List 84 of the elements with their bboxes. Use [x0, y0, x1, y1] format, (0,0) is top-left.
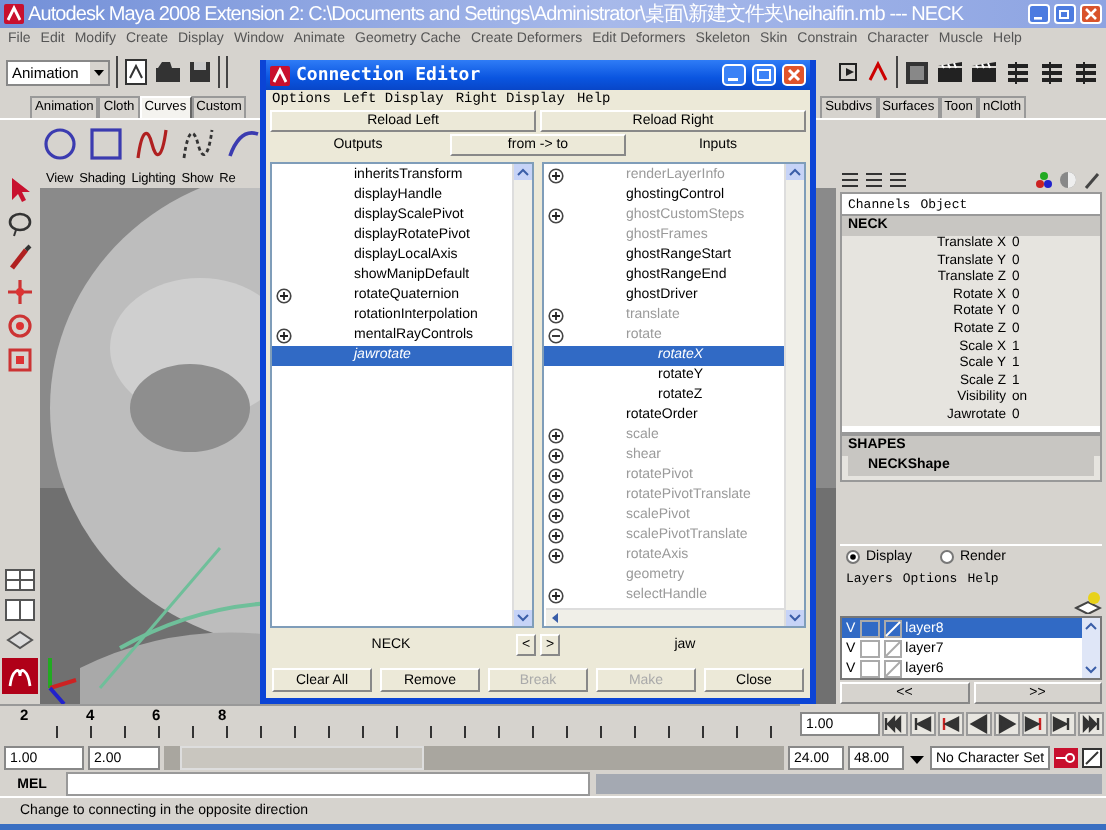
clapper-icon[interactable] — [970, 60, 998, 84]
play-box-icon[interactable] — [836, 60, 860, 84]
color-dots-icon[interactable] — [1034, 170, 1054, 190]
minimize-button[interactable] — [1028, 4, 1050, 24]
color-swatch-icon[interactable] — [883, 639, 902, 657]
new-layer-icon[interactable] — [1074, 590, 1102, 614]
expand-icon[interactable] — [548, 548, 564, 564]
expand-icon[interactable] — [548, 468, 564, 484]
scroll-down-icon[interactable] — [1082, 662, 1100, 678]
select-arrow-icon[interactable] — [6, 176, 34, 204]
expand-icon[interactable] — [548, 308, 564, 324]
color-swatch-icon[interactable] — [883, 659, 902, 677]
app-icon — [4, 4, 24, 24]
clapper-icon[interactable] — [936, 60, 964, 84]
window-title: Autodesk Maya 2008 Extension 2: C:\Documents and Settings\Administrator\桌面\新建文件夹\heihaifin.mb --- NECK — [28, 1, 966, 28]
scale-icon[interactable] — [6, 346, 34, 374]
step-forward-frame-button[interactable] — [1022, 712, 1048, 736]
list-icon[interactable] — [1038, 59, 1066, 85]
square-icon[interactable] — [86, 124, 126, 164]
play-button[interactable] — [994, 712, 1020, 736]
curve-icon[interactable] — [132, 124, 172, 164]
collapse-icon[interactable] — [548, 328, 564, 344]
list-icon[interactable] — [840, 170, 860, 190]
skip-to-start-button[interactable] — [882, 712, 908, 736]
expand-icon[interactable] — [548, 508, 564, 524]
scrollbar[interactable] — [512, 164, 532, 626]
color-swatch-icon[interactable] — [883, 619, 902, 637]
scroll-down-icon[interactable] — [786, 610, 804, 626]
move-icon[interactable] — [6, 278, 34, 306]
step-back-key-button[interactable] — [910, 712, 936, 736]
close-button[interactable] — [782, 64, 806, 86]
list-icon[interactable] — [864, 170, 884, 190]
contrast-icon[interactable] — [1058, 170, 1078, 190]
template-toggle[interactable] — [859, 639, 880, 657]
list-icon[interactable] — [1072, 59, 1100, 85]
brush-icon[interactable] — [6, 244, 34, 272]
document-icon[interactable] — [124, 58, 148, 86]
scroll-up-icon[interactable] — [1082, 618, 1100, 634]
expand-icon[interactable] — [548, 168, 564, 184]
template-toggle[interactable] — [859, 619, 880, 637]
layout-icon[interactable] — [4, 598, 36, 622]
scroll-up-icon[interactable] — [514, 164, 532, 180]
layout-icon[interactable] — [4, 568, 36, 592]
scrollbar[interactable] — [1082, 618, 1100, 678]
restore-button[interactable] — [1054, 4, 1076, 24]
play-backwards-button[interactable] — [966, 712, 992, 736]
dashed-curve-icon[interactable] — [178, 124, 218, 164]
minimize-button[interactable] — [722, 64, 746, 86]
scrollbar[interactable] — [784, 164, 804, 626]
radio-icon[interactable] — [939, 550, 954, 564]
expand-icon[interactable] — [548, 528, 564, 544]
radio-icon[interactable] — [846, 550, 860, 564]
list-icon[interactable] — [1004, 59, 1032, 85]
step-forward-key-button[interactable] — [1050, 712, 1076, 736]
logo-icon — [2, 658, 38, 694]
save-icon[interactable] — [188, 60, 212, 84]
expand-icon[interactable] — [548, 208, 564, 224]
pen-icon[interactable] — [1082, 170, 1102, 190]
scroll-down-icon[interactable] — [514, 610, 532, 626]
list-icon[interactable] — [888, 170, 908, 190]
expand-icon[interactable] — [548, 488, 564, 504]
maximize-button[interactable] — [752, 64, 776, 86]
app-icon — [270, 65, 290, 85]
lasso-icon[interactable] — [6, 210, 34, 238]
expand-icon[interactable] — [548, 448, 564, 464]
expand-icon[interactable] — [548, 588, 564, 604]
expand-icon[interactable] — [276, 288, 292, 304]
close-button[interactable] — [1080, 4, 1102, 24]
circle-icon[interactable] — [40, 124, 80, 164]
caret-icon[interactable] — [90, 61, 108, 83]
skip-to-end-button[interactable] — [1078, 712, 1104, 736]
dialog-title: Connection Editor — [296, 65, 483, 85]
scroll-up-icon[interactable] — [786, 164, 804, 180]
render-icon[interactable] — [904, 59, 930, 85]
template-toggle[interactable] — [859, 659, 880, 677]
step-back-frame-button[interactable] — [938, 712, 964, 736]
expand-icon[interactable] — [276, 328, 292, 344]
diamond-icon[interactable] — [4, 628, 36, 652]
rotate-icon[interactable] — [6, 312, 34, 340]
scrollbar[interactable] — [546, 608, 784, 626]
expand-icon[interactable] — [548, 428, 564, 444]
folder-icon[interactable] — [154, 60, 182, 84]
key-icon[interactable] — [1054, 748, 1078, 768]
command-input-field[interactable] — [66, 772, 590, 796]
